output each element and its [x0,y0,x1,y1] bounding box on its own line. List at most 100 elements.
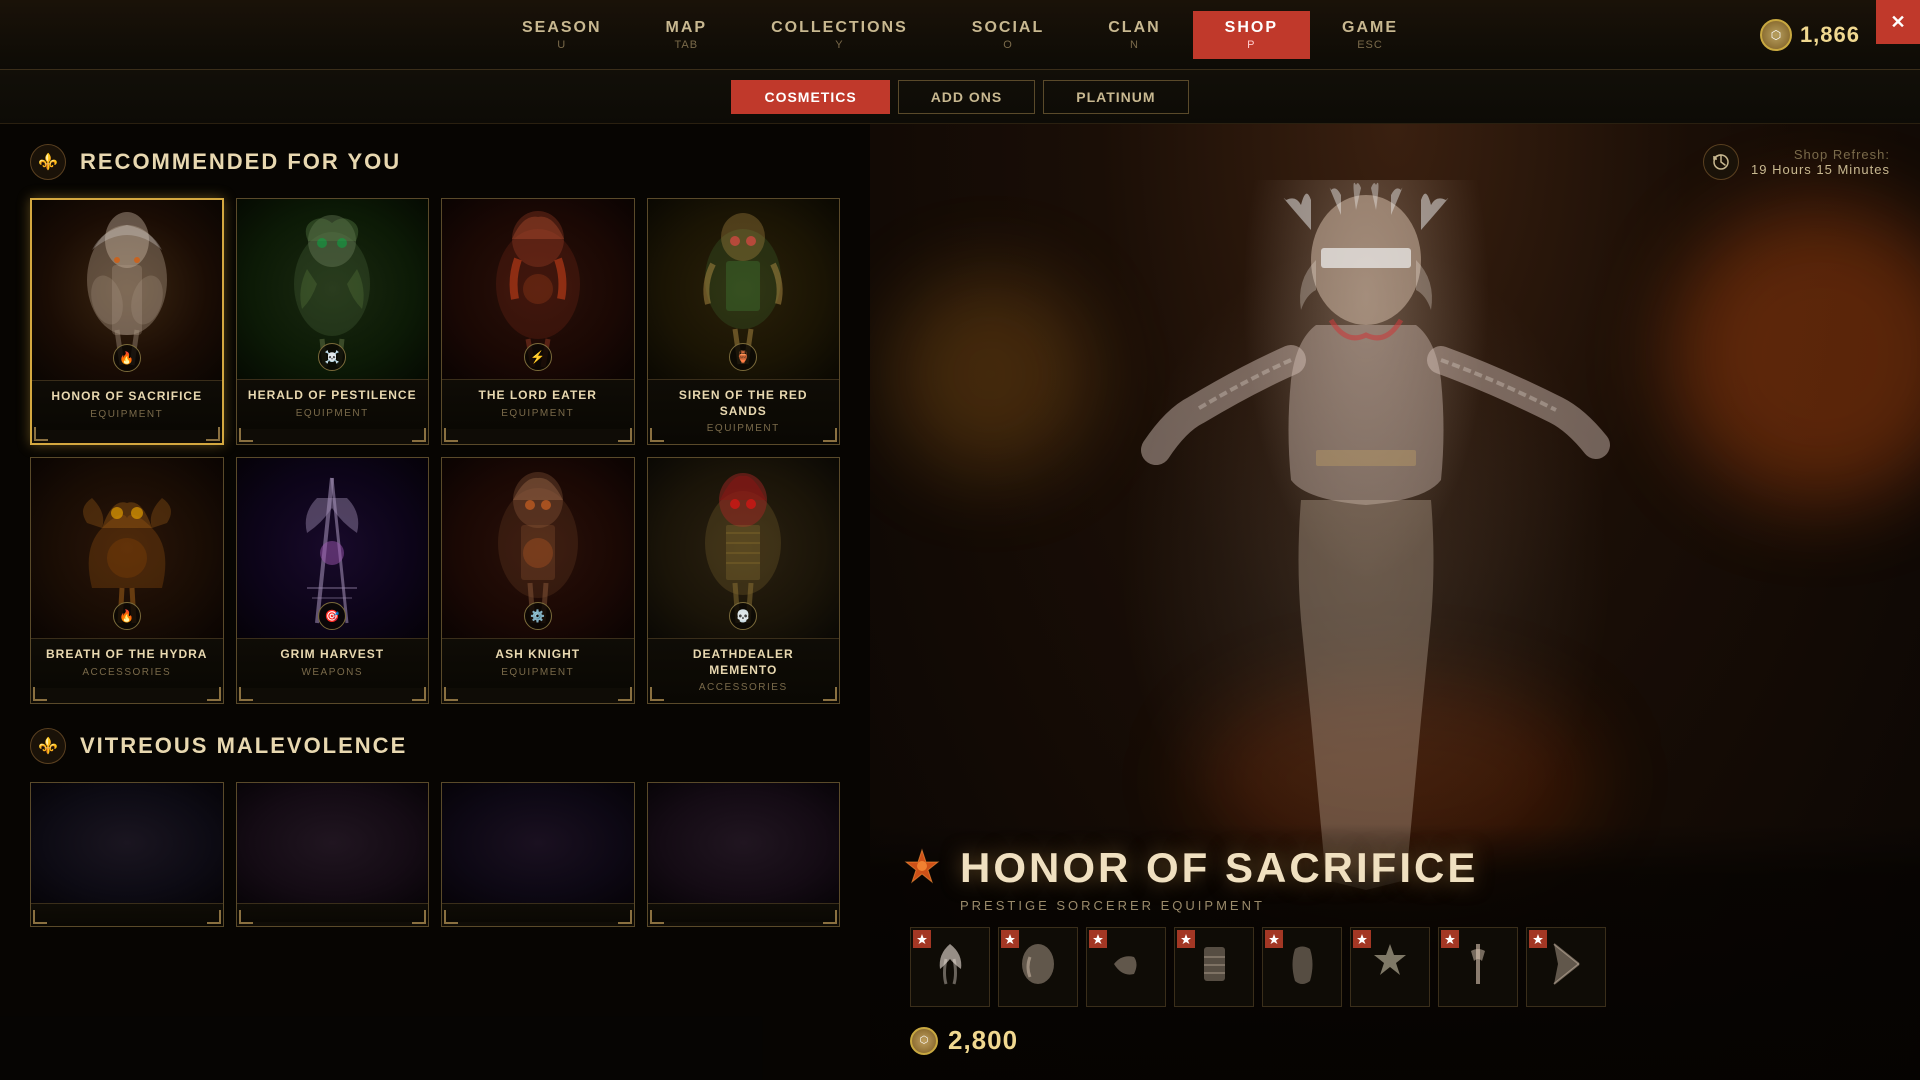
refresh-time: 19 Hours 15 Minutes [1751,162,1890,177]
nav-social-key: O [1003,39,1013,51]
shop-refresh: Shop Refresh: 19 Hours 15 Minutes [1703,144,1890,180]
item-piece-7[interactable] [1438,927,1518,1007]
piece-badge-2 [1001,930,1019,948]
nav-collections[interactable]: COLLECTIONS Y [739,11,940,59]
item-category: EQUIPMENT [452,408,624,419]
nav-clan-key: N [1130,39,1139,51]
sub-nav-cosmetics[interactable]: Cosmetics [731,80,889,114]
item-card-info [442,903,634,922]
nav-items: SEASON U MAP TAB COLLECTIONS Y SOCIAL O … [490,11,1430,59]
fire-glow-right [1670,204,1920,504]
item-name: DEATHDEALER MEMENTO [658,647,830,678]
item-deathdealer-memento[interactable]: 💀 DEATHDEALER MEMENTO ACCESSORIES [647,457,841,704]
item-name: THE LORD EATER [452,388,624,404]
item-category: EQUIPMENT [658,423,830,434]
item-piece-1[interactable] [910,927,990,1007]
sub-nav-addons[interactable]: Add Ons [898,80,1036,114]
item-vitreous-4[interactable] [647,782,841,927]
sub-nav-platinum[interactable]: Platinum [1043,80,1188,114]
top-navigation: SEASON U MAP TAB COLLECTIONS Y SOCIAL O … [0,0,1920,70]
item-card-info: BREATH OF THE HYDRA ACCESSORIES [31,638,223,688]
piece-icon-6 [1368,939,1413,996]
item-name: ASH KNIGHT [452,647,624,663]
item-vitreous-2[interactable] [236,782,430,927]
piece-icon-7 [1456,939,1501,996]
item-piece-8[interactable] [1526,927,1606,1007]
close-button[interactable]: ✕ [1876,0,1920,44]
item-category: EQUIPMENT [247,408,419,419]
item-card-image [31,783,223,903]
piece-badge-5 [1265,930,1283,948]
item-card-image: 💀 [648,458,840,638]
item-card-image: 🏺 [648,199,840,379]
item-piece-3[interactable] [1086,927,1166,1007]
piece-icon-2 [1016,939,1061,996]
piece-badge-7 [1441,930,1459,948]
nav-collections-label: COLLECTIONS [771,19,908,37]
nav-shop[interactable]: SHOP P [1193,11,1310,59]
item-siren-red-sands[interactable]: 🏺 SIREN OF THE RED SANDS EQUIPMENT [647,198,841,445]
item-detail-subtitle: PRESTIGE SORCERER EQUIPMENT [960,898,1890,913]
piece-badge-6 [1353,930,1371,948]
item-price-row: ⬡ 2,800 [910,1025,1890,1056]
section-icon: ⚜️ [30,144,66,180]
item-name: GRIM HARVEST [247,647,419,663]
item-card-image [648,783,840,903]
item-category: ACCESSORIES [658,682,830,693]
item-honor-of-sacrifice[interactable]: 🔥 HONOR OF SACRIFICE EQUIPMENT [30,198,224,445]
item-name: BREATH OF THE HYDRA [41,647,213,663]
item-icon-badge: ⚙️ [524,602,552,630]
item-piece-6[interactable] [1350,927,1430,1007]
nav-clan-label: CLAN [1108,19,1160,37]
item-piece-2[interactable] [998,927,1078,1007]
nav-season[interactable]: SEASON U [490,11,634,59]
item-card-image: 🔥 [32,200,222,380]
item-card-image: ⚙️ [442,458,634,638]
item-the-lord-eater[interactable]: ⚡ THE LORD EATER EQUIPMENT [441,198,635,445]
item-card-info: ASH KNIGHT EQUIPMENT [442,638,634,688]
nav-social[interactable]: SOCIAL O [940,11,1076,59]
item-card-info: HERALD OF PESTILENCE EQUIPMENT [237,379,429,429]
section-recommended-header: ⚜️ Recommended for You [30,144,840,180]
piece-badge-4 [1177,930,1195,948]
sub-navigation: Cosmetics Add Ons Platinum [0,70,1920,124]
item-detail-title: HONOR OF SACRIFICE [960,844,1478,892]
nav-shop-label: SHOP [1225,19,1278,37]
main-content: ⚜️ Recommended for You [0,124,1920,1080]
item-grim-harvest[interactable]: 🎯 GRIM HARVEST WEAPONS [236,457,430,704]
item-icon-badge: 🔥 [113,344,141,372]
item-category: WEAPONS [247,667,419,678]
refresh-icon [1703,144,1739,180]
piece-icon-5 [1280,939,1325,996]
nav-clan[interactable]: CLAN N [1076,11,1192,59]
nav-game[interactable]: GAME ESC [1310,11,1430,59]
currency-display: ⬡ 1,866 [1760,19,1860,51]
items-grid-vitreous [30,782,840,927]
item-herald-of-pestilence[interactable]: ☠️ HERALD OF PESTILENCE EQUIPMENT [236,198,430,445]
item-card-info: SIREN OF THE RED SANDS EQUIPMENT [648,379,840,444]
piece-icon-1 [928,939,973,996]
item-pieces-row [910,927,1890,1007]
nav-map[interactable]: MAP TAB [634,11,740,59]
section-icon-2: ⚜️ [30,728,66,764]
item-piece-5[interactable] [1262,927,1342,1007]
item-piece-4[interactable] [1174,927,1254,1007]
piece-icon-8 [1544,939,1589,996]
item-card-image: 🎯 [237,458,429,638]
item-vitreous-1[interactable] [30,782,224,927]
nav-season-key: U [557,39,566,51]
item-detail-header: HONOR OF SACRIFICE [900,844,1890,892]
item-card-image: ☠️ [237,199,429,379]
item-card-image: ⚡ [442,199,634,379]
item-vitreous-3[interactable] [441,782,635,927]
nav-social-label: SOCIAL [972,19,1044,37]
nav-collections-key: Y [835,39,843,51]
item-ash-knight[interactable]: ⚙️ ASH KNIGHT EQUIPMENT [441,457,635,704]
item-category: EQUIPMENT [452,667,624,678]
item-breath-hydra[interactable]: 🔥 BREATH OF THE HYDRA ACCESSORIES [30,457,224,704]
item-card-info [31,903,223,926]
item-name: SIREN OF THE RED SANDS [658,388,830,419]
piece-icon-4 [1192,939,1237,996]
item-card-info: THE LORD EATER EQUIPMENT [442,379,634,429]
item-category: EQUIPMENT [42,409,212,420]
